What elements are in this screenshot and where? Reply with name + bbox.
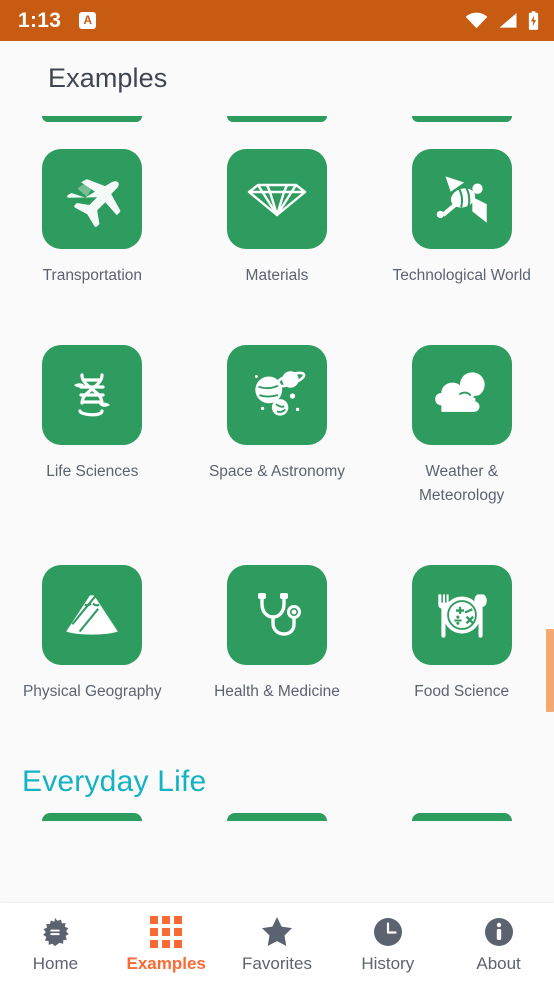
wifi-icon [465,12,488,29]
satellite-icon [436,176,487,223]
clock-icon [373,916,403,948]
mountains-icon [66,595,119,635]
bottom-navigation-bar: Home Examples Favorites History About [0,903,554,984]
category-item-transportation[interactable]: Transportation [0,149,185,287]
section-heading-everyday-life: Everyday Life [22,765,207,798]
category-tile[interactable] [42,564,143,665]
category-label: Weather & Meteorology [419,463,505,504]
category-label: Space & Astronomy [208,463,346,481]
notification-app-icon-letter: A [83,13,93,27]
nav-item-home[interactable]: Home [0,916,111,972]
category-item-life-sciences[interactable]: Life Sciences [0,345,185,507]
category-label: Transportation [42,267,143,284]
peek-cell [185,813,370,821]
tile-peek [227,813,327,821]
dna-icon [74,373,111,417]
category-tile[interactable] [411,345,512,446]
category-item-physical-geography[interactable]: Physical Geography [0,564,185,703]
plate-utensils-icon [437,594,487,638]
category-tile[interactable] [227,345,327,446]
sliver-cell [0,116,185,123]
peek-cell [0,813,185,821]
category-tile[interactable] [411,564,512,665]
sliver-cell [369,116,554,123]
category-label: Life Sciences [46,463,139,481]
battery-charging-icon [527,10,540,31]
nav-label: Favorites [242,953,312,973]
category-row: Physical Geography Health & Medicine Foo… [0,564,554,703]
category-label: Materials [245,267,309,284]
status-icons [465,10,540,31]
nav-label: History [361,953,415,973]
category-item-weather-meteorology[interactable]: Weather & Meteorology [369,345,554,507]
category-label: Health & Medicine [214,682,340,700]
category-grid: Transportation Materials Technological W… [0,116,554,821]
app-screen: 1:13 A Examples Transportation Materials… [0,0,554,984]
category-item-materials[interactable]: Materials [185,149,370,287]
category-scroll-area[interactable]: Transportation Materials Technological W… [0,116,554,903]
notification-app-icon: A [79,12,97,29]
category-item-technological-world[interactable]: Technological World [369,149,554,287]
category-tile[interactable] [227,149,327,249]
previous-row-sliver [0,116,554,123]
nav-label: About [476,953,521,973]
diamond-icon [247,183,307,217]
nav-item-about[interactable]: About [443,916,554,972]
category-item-health-medicine[interactable]: Health & Medicine [185,564,370,703]
category-row: Life Sciences Space & Astronomy Weather … [0,345,554,507]
status-bar: 1:13 A [0,0,554,41]
app-bar: Examples [0,41,554,116]
nav-item-favorites[interactable]: Favorites [222,916,333,972]
nav-item-history[interactable]: History [332,916,443,972]
category-tile[interactable] [42,345,143,446]
category-item-space-astronomy[interactable]: Space & Astronomy [185,345,370,507]
planets-icon [254,371,306,416]
tile-sliver [411,116,512,122]
category-item-food-science[interactable]: Food Science [369,564,554,703]
sliver-cell [185,116,370,123]
tile-peek [42,813,143,821]
category-tile[interactable] [227,564,327,665]
category-row: Transportation Materials Technological W… [0,149,554,287]
category-label: Food Science [414,682,510,700]
tile-peek [411,813,512,821]
tile-sliver [42,116,143,122]
nav-label: Home [32,953,79,973]
nav-label: Examples [126,953,206,973]
star-icon [261,916,293,948]
grid-icon [150,915,183,948]
peek-cell [369,813,554,821]
cloud-sun-icon [434,372,485,413]
vertical-scrollbar-thumb[interactable] [546,629,554,712]
page-title: Examples [48,63,168,93]
tile-sliver [227,116,327,122]
starburst-badge-icon [40,916,70,948]
status-time: 1:13 [18,9,62,32]
cell-signal-icon [497,12,518,29]
nav-item-examples[interactable]: Examples [111,915,222,973]
category-tile[interactable] [411,149,512,249]
next-row-peek [0,813,554,821]
category-label: Physical Geography [22,682,162,700]
info-circle-icon [484,916,514,948]
stethoscope-icon [258,592,301,636]
category-tile[interactable] [42,149,143,249]
airplane-icon [67,179,121,227]
category-label: Technological World [392,267,531,284]
